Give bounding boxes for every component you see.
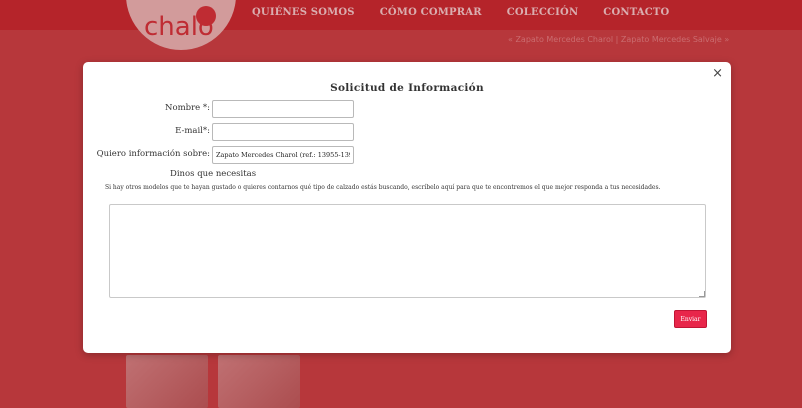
info-request-dialog: × Solicitud de Información Nombre *: E-m… [83, 62, 731, 353]
product-label: Quiero información sobre: [96, 149, 210, 159]
close-icon[interactable]: × [712, 66, 723, 81]
message-textarea[interactable] [109, 204, 706, 298]
product-field[interactable] [212, 146, 354, 164]
email-row: E-mail*: [83, 123, 731, 141]
help-text: Si hay otros modelos que te hayan gustad… [105, 184, 661, 191]
send-button[interactable]: Enviar [674, 310, 707, 328]
name-row: Nombre *: [83, 100, 731, 118]
name-label: Nombre *: [165, 103, 210, 113]
needs-label: Dinos que necesitas [170, 169, 257, 179]
email-label: E-mail*: [175, 126, 210, 136]
product-row: Quiero información sobre: [83, 146, 731, 164]
email-field[interactable] [212, 123, 354, 141]
dialog-title: Solicitud de Información [330, 82, 484, 94]
name-field[interactable] [212, 100, 354, 118]
resize-handle-icon[interactable] [699, 291, 705, 297]
